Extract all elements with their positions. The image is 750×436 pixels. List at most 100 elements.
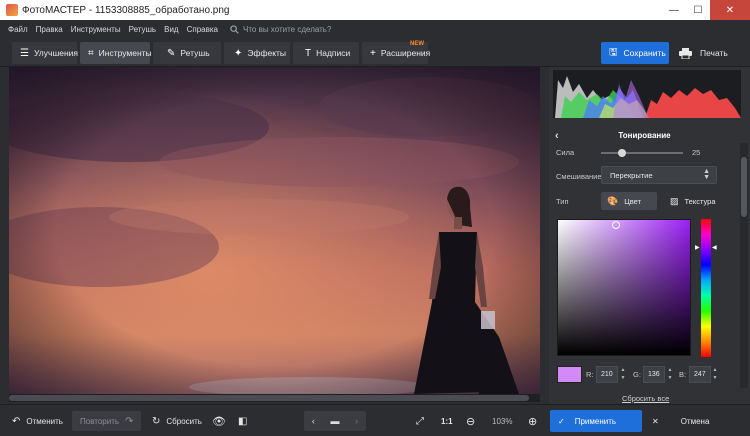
- histogram: [553, 70, 741, 118]
- save-label: Сохранить: [623, 48, 666, 58]
- blue-input[interactable]: 247: [689, 366, 711, 383]
- title-bar: ФотоМАСТЕР - 1153308885_обработано.png —…: [0, 0, 750, 20]
- tab-enhancements[interactable]: ☰ Улучшения: [12, 42, 79, 64]
- plus-circle-icon: ⊕: [528, 415, 538, 428]
- ratio-button[interactable]: 1:1: [441, 411, 453, 431]
- tab-retouch[interactable]: ✎ Ретушь: [153, 42, 221, 64]
- strength-slider-handle[interactable]: [617, 149, 626, 157]
- crop-icon: ⌗: [88, 47, 94, 59]
- green-input[interactable]: 136: [643, 366, 665, 383]
- photo-canvas[interactable]: [9, 67, 540, 394]
- panel-title: Тонирование: [618, 131, 671, 140]
- search-placeholder: Что вы хотите сделать?: [242, 25, 332, 34]
- r-label: R:: [586, 370, 594, 379]
- sliders-icon: ☰: [20, 47, 29, 59]
- bottom-bar: ↶ Отменить Повторить ↷ ↻ Сбросить 👁 ◧ ‹ …: [0, 404, 750, 436]
- preview-eye-button[interactable]: 👁: [212, 411, 226, 431]
- type-texture-button[interactable]: ▨ Текстура: [664, 192, 718, 210]
- redo-button[interactable]: Повторить ↷: [72, 411, 142, 431]
- red-input[interactable]: 210: [596, 366, 618, 383]
- save-button[interactable]: 🖫 Сохранить: [601, 42, 669, 64]
- floppy-icon: 🖫: [609, 46, 618, 58]
- hue-slider[interactable]: [701, 219, 711, 357]
- menu-help[interactable]: Справка: [187, 25, 218, 34]
- edited-photo: [9, 67, 540, 394]
- back-arrow-icon[interactable]: ‹: [555, 130, 559, 142]
- window-title: ФотоМАСТЕР - 1153308885_обработано.png: [22, 4, 230, 16]
- reset-button[interactable]: ↻ Сбросить: [152, 411, 202, 431]
- menu-file[interactable]: Файл: [8, 25, 28, 34]
- strength-slider[interactable]: [601, 152, 683, 154]
- type-color-button[interactable]: 🎨 Цвет: [601, 192, 657, 210]
- hue-marker-right-icon[interactable]: ◀: [712, 244, 717, 251]
- main-toolbar: ☰ Улучшения ⌗ Инструменты ✎ Ретушь ✦ Эфф…: [0, 39, 750, 67]
- tab-label: Ретушь: [180, 48, 210, 58]
- compare-icon: ◧: [238, 415, 248, 427]
- app-logo-icon: [6, 4, 18, 16]
- select-arrows-icon: ▲ ▼: [703, 168, 710, 181]
- tab-label: Улучшения: [33, 48, 79, 58]
- reset-icon: ↻: [152, 415, 161, 427]
- apply-button[interactable]: ✓ Применить: [550, 410, 642, 432]
- texture-icon: ▨: [670, 195, 679, 206]
- strength-value: 25: [692, 148, 701, 157]
- histogram-graph: [555, 76, 741, 118]
- type-color-label: Цвет: [624, 196, 642, 206]
- cancel-button[interactable]: ✕ Отмена: [646, 410, 742, 432]
- text-icon: T: [305, 47, 312, 59]
- panel-scrollbar-thumb[interactable]: [741, 157, 747, 217]
- reset-label: Сбросить: [166, 416, 202, 426]
- zoom-out-button[interactable]: ⊖: [466, 411, 475, 431]
- previous-icon[interactable]: ‹: [312, 416, 315, 426]
- tab-label: Эффекты: [247, 48, 287, 58]
- red-stepper[interactable]: ▲ ▼: [619, 366, 627, 383]
- next-icon[interactable]: ›: [355, 416, 358, 426]
- canvas-horizontal-scrollbar[interactable]: [9, 394, 540, 402]
- print-button[interactable]: Печать: [673, 42, 743, 64]
- tab-effects[interactable]: ✦ Эффекты: [224, 42, 290, 64]
- blend-mode-select[interactable]: Перекрытие ▲ ▼: [601, 166, 717, 184]
- redo-icon: ↷: [125, 415, 134, 427]
- menu-view[interactable]: Вид: [164, 25, 178, 34]
- strength-label: Сила: [556, 148, 575, 157]
- minimize-button[interactable]: —: [662, 0, 686, 20]
- new-badge: NEW: [410, 41, 424, 47]
- color-picker-field[interactable]: [557, 219, 691, 356]
- hue-marker-left-icon[interactable]: ▶: [695, 244, 700, 251]
- menu-retouch[interactable]: Ретушь: [129, 25, 157, 34]
- menu-tools[interactable]: Инструменты: [71, 25, 121, 34]
- command-search[interactable]: Что вы хотите сделать?: [230, 25, 331, 34]
- fit-screen-button[interactable]: ⤢: [416, 411, 424, 431]
- compare-button[interactable]: ◧: [238, 411, 247, 431]
- print-label: Печать: [700, 48, 728, 58]
- eye-icon: 👁: [212, 415, 226, 428]
- printer-icon: [679, 47, 692, 59]
- type-label: Тип: [556, 197, 569, 206]
- menu-edit[interactable]: Правка: [36, 25, 63, 34]
- magic-icon: ✦: [234, 47, 243, 59]
- blend-label: Смешивание: [556, 172, 602, 181]
- scrollbar-thumb[interactable]: [9, 395, 529, 401]
- type-texture-label: Текстура: [684, 196, 716, 206]
- color-picker-cursor[interactable]: [612, 221, 620, 229]
- search-icon: [230, 25, 239, 34]
- brush-icon: ✎: [167, 47, 176, 59]
- panel-scrollbar[interactable]: [740, 143, 748, 388]
- folder-icon[interactable]: ▬: [330, 416, 339, 426]
- check-icon: ✓: [558, 416, 565, 426]
- blue-stepper[interactable]: ▲ ▼: [711, 366, 719, 383]
- green-stepper[interactable]: ▲ ▼: [666, 366, 674, 383]
- b-label: B:: [679, 370, 687, 379]
- minus-circle-icon: ⊖: [466, 415, 476, 428]
- reset-all-link[interactable]: Сбросить все: [622, 394, 669, 403]
- panel-header: ‹ Тонирование: [549, 127, 740, 144]
- close-button[interactable]: ✕: [710, 0, 750, 20]
- zoom-in-button[interactable]: ⊕: [528, 411, 537, 431]
- zoom-level: 103%: [492, 416, 513, 426]
- maximize-button[interactable]: ☐: [686, 0, 710, 20]
- tab-tools[interactable]: ⌗ Инструменты: [80, 42, 152, 64]
- file-navigation: ‹ ▬ ›: [304, 411, 366, 431]
- undo-button[interactable]: ↶ Отменить: [12, 411, 63, 431]
- tab-text[interactable]: T Надписи: [293, 42, 359, 64]
- tab-label: Надписи: [316, 48, 351, 58]
